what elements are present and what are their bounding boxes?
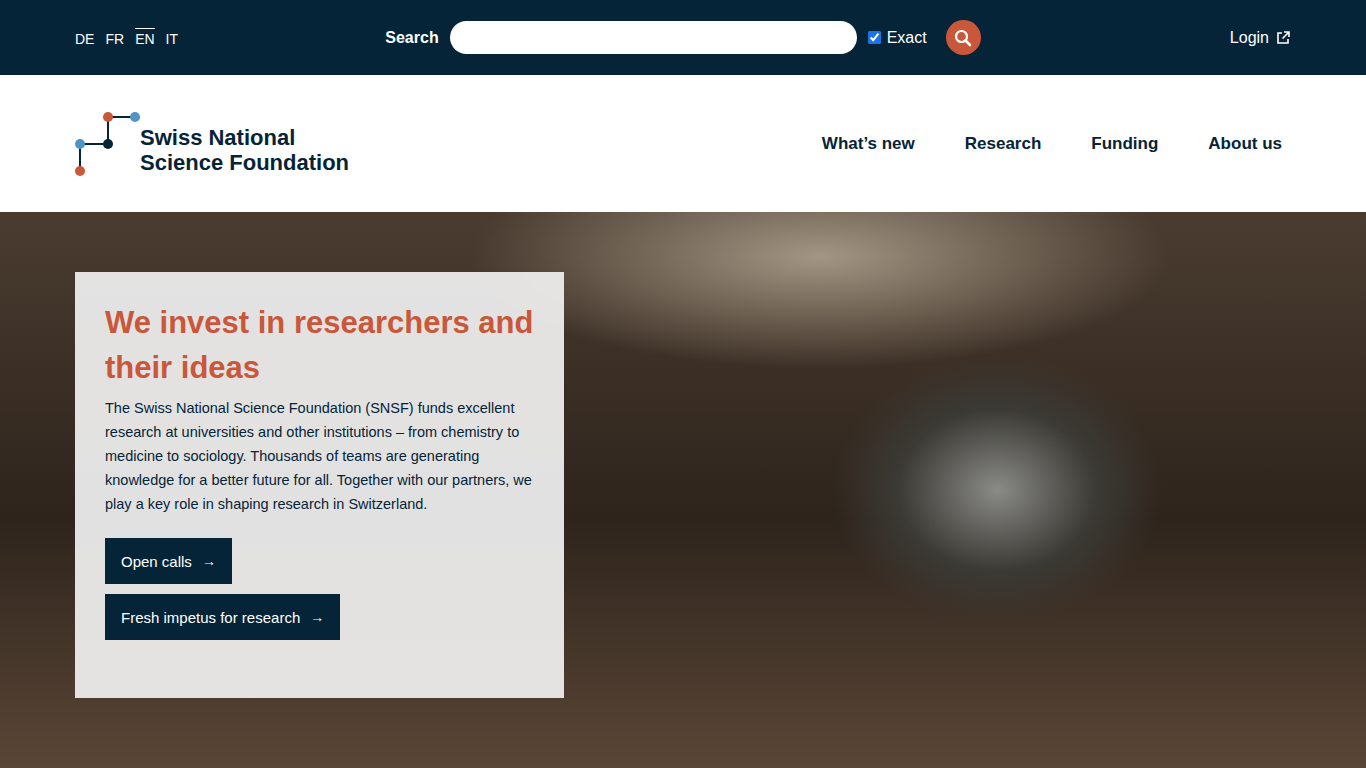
language-link[interactable]: IT (166, 28, 178, 47)
page: DE FR EN IT Search Exact Login Swiss Nation… (0, 0, 1366, 768)
arrow-icon: → (310, 609, 324, 625)
exact-label: Exact (887, 29, 927, 47)
cta-button[interactable]: Open calls→ (105, 538, 232, 584)
search-bar: Search Exact (385, 20, 980, 55)
header: Swiss National Science Foundation What’s… (0, 75, 1366, 212)
main-nav: What’s new Research Funding About us (822, 134, 1282, 154)
arrow-icon: → (202, 553, 216, 569)
hero: We invest in researchers and their ideas… (0, 212, 1366, 768)
nav-item[interactable]: About us (1208, 134, 1282, 154)
search-button[interactable] (946, 20, 981, 55)
language-link[interactable]: DE (75, 28, 94, 47)
cta-button[interactable]: Fresh impetus for research→ (105, 594, 340, 640)
top-bar: DE FR EN IT Search Exact Login (0, 0, 1366, 75)
search-label: Search (385, 29, 438, 47)
logo[interactable]: Swiss National Science Foundation (75, 110, 349, 178)
exact-option[interactable]: Exact (868, 29, 927, 47)
external-link-icon (1275, 30, 1291, 46)
nav-item[interactable]: Funding (1091, 134, 1158, 154)
nav-item[interactable]: Research (965, 134, 1042, 154)
language-link[interactable]: EN (135, 28, 154, 47)
nav-item[interactable]: What’s new (822, 134, 915, 154)
hero-text: The Swiss National Science Foundation (S… (105, 396, 534, 516)
exact-checkbox[interactable] (868, 31, 881, 44)
search-input[interactable] (450, 21, 857, 54)
login-link[interactable]: Login (1230, 29, 1291, 47)
language-link[interactable]: FR (105, 28, 124, 47)
language-switcher: DE FR EN IT (75, 28, 385, 47)
search-icon (954, 29, 972, 47)
hero-card: We invest in researchers and their ideas… (75, 272, 564, 698)
logo-nodes-icon (75, 110, 141, 178)
logo-text: Swiss National Science Foundation (140, 125, 349, 178)
hero-title: We invest in researchers and their ideas (105, 300, 534, 390)
